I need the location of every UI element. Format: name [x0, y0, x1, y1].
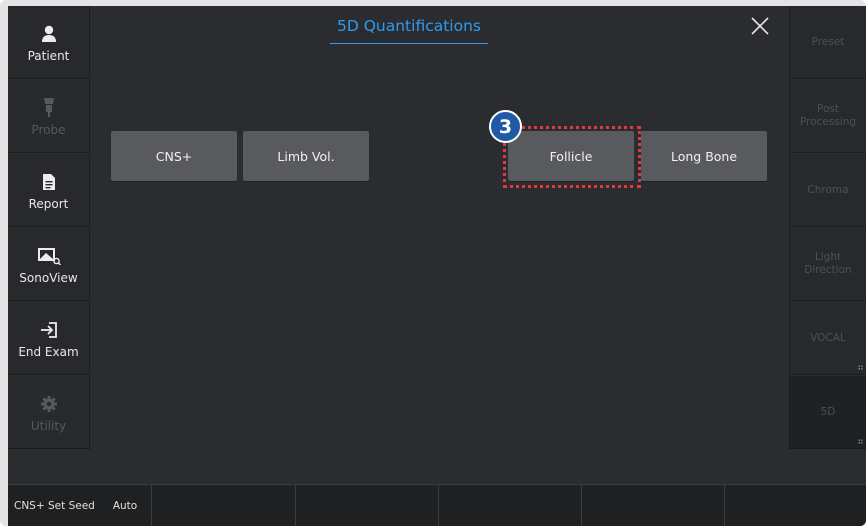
right-sidebar: Preset Post Processing Chroma Light Dire…: [789, 6, 866, 449]
sidebar-item-sonoview[interactable]: SonoView: [8, 228, 90, 301]
device-frame: Patient Probe Report SonoView End Exam U…: [0, 0, 866, 526]
more-dots-icon: [858, 365, 863, 370]
sidebar-item-label: VOCAL: [810, 331, 846, 344]
sidebar-item-label: Utility: [30, 419, 67, 433]
sidebar-item-vocal[interactable]: VOCAL: [789, 302, 866, 375]
follicle-button[interactable]: Follicle: [508, 131, 634, 181]
more-dots-icon: [858, 439, 863, 444]
sidebar-item-chroma[interactable]: Chroma: [789, 154, 866, 227]
page-title: 5D Quantifications: [330, 16, 488, 44]
sonoview-icon: [37, 243, 61, 265]
softkey-6[interactable]: [725, 485, 866, 526]
sidebar-item-label: End Exam: [18, 345, 79, 359]
probe-icon: [42, 95, 56, 117]
sidebar-item-label: Patient: [27, 49, 70, 63]
sidebar-item-light-direction[interactable]: Light Direction: [789, 228, 866, 301]
sidebar-item-patient[interactable]: Patient: [8, 6, 90, 79]
sidebar-item-preset[interactable]: Preset: [789, 6, 866, 79]
sidebar-item-label: 5D: [820, 405, 836, 418]
left-sidebar: Patient Probe Report SonoView End Exam U…: [8, 6, 90, 449]
sidebar-item-utility[interactable]: Utility: [8, 376, 90, 449]
sidebar-item-label: Post Processing: [799, 103, 857, 128]
sidebar-item-report[interactable]: Report: [8, 154, 90, 227]
close-icon: [751, 17, 769, 35]
document-icon: [42, 169, 56, 191]
person-icon: [41, 21, 57, 43]
sidebar-item-post-processing[interactable]: Post Processing: [789, 80, 866, 153]
sidebar-item-5d[interactable]: 5D: [789, 376, 866, 449]
bottom-softkey-bar: CNS+ Set Seed Auto: [8, 484, 866, 526]
softkey-4[interactable]: [439, 485, 582, 526]
close-button[interactable]: [748, 14, 772, 38]
sidebar-item-label: Chroma: [807, 183, 849, 196]
sidebar-item-label: Light Direction: [804, 251, 852, 276]
sidebar-item-label: Preset: [811, 35, 845, 48]
cns-plus-button[interactable]: CNS+: [111, 131, 237, 181]
sidebar-item-label: Probe: [31, 123, 66, 137]
long-bone-button[interactable]: Long Bone: [641, 131, 767, 181]
softkey-label: CNS+ Set Seed: [14, 500, 95, 512]
exit-icon: [40, 317, 58, 339]
ultrasound-screen: Patient Probe Report SonoView End Exam U…: [8, 6, 866, 526]
softkey-2[interactable]: [152, 485, 296, 526]
sidebar-item-label: SonoView: [19, 271, 78, 285]
callout-number-badge: 3: [489, 110, 522, 143]
limb-vol-button[interactable]: Limb Vol.: [243, 131, 369, 181]
sidebar-item-label: Report: [28, 197, 69, 211]
softkey-3[interactable]: [296, 485, 439, 526]
gear-icon: [40, 391, 58, 413]
sidebar-item-end-exam[interactable]: End Exam: [8, 302, 90, 375]
softkey-value: Auto: [112, 500, 138, 512]
sidebar-item-probe[interactable]: Probe: [8, 80, 90, 153]
cns-set-seed-softkey[interactable]: CNS+ Set Seed Auto: [8, 485, 152, 526]
softkey-5[interactable]: [582, 485, 725, 526]
